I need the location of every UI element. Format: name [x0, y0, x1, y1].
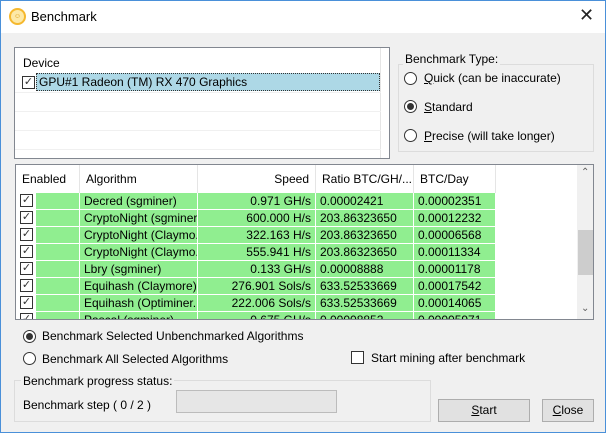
algorithm-row[interactable]: Pascal (sgminer) 0.675 GH/s 0.00008852 0.00… [16, 312, 576, 319]
algorithm-cell: CryptoNight (sgminer) [80, 210, 198, 226]
btc-day-cell: 0.00005971 [414, 312, 496, 319]
algorithm-cell: Pascal (sgminer) [80, 312, 198, 319]
enabled-cell [36, 261, 80, 277]
algorithm-cell: CryptoNight (Claymo... [80, 227, 198, 243]
scroll-up-icon[interactable]: ⌃ [581, 167, 589, 178]
scroll-down-icon[interactable]: ⌄ [581, 303, 589, 314]
enabled-cell [36, 227, 80, 243]
title-bar: ☺ Benchmark ✕ [1, 1, 605, 33]
btc-day-cell: 0.00011334 [414, 244, 496, 260]
speed-cell: 0.971 GH/s [198, 193, 316, 209]
start-button[interactable]: Start [438, 399, 530, 422]
scrollbar-thumb[interactable] [578, 230, 593, 275]
enabled-cell [36, 244, 80, 260]
device-item-label[interactable]: GPU#1 Radeon (TM) RX 470 Graphics [36, 73, 380, 91]
enabled-checkbox[interactable]: ✓ [20, 245, 33, 258]
algorithm-cell: Equihash (Optiminer... [80, 295, 198, 311]
ratio-cell: 0.00008852 [316, 312, 414, 319]
header-enabled[interactable]: Enabled [16, 165, 80, 193]
enabled-checkbox[interactable]: ✓ [20, 194, 33, 207]
benchmark-type-legend: Benchmark Type: [403, 52, 501, 66]
algorithm-row[interactable]: Decred (sgminer) 0.971 GH/s 0.00002421 0.00… [16, 193, 576, 210]
header-speed[interactable]: Speed [198, 165, 316, 193]
ratio-cell: 203.86323650 [316, 227, 414, 243]
btc-day-cell: 0.00002351 [414, 193, 496, 209]
algorithm-row[interactable]: CryptoNight (Claymo... 322.163 H/s 203.863… [16, 227, 576, 244]
enabled-cell [36, 312, 80, 319]
btc-day-cell: 0.00012232 [414, 210, 496, 226]
vertical-scrollbar[interactable]: ⌃ ⌄ [577, 165, 593, 319]
app-logo-icon: ☺ [9, 8, 26, 25]
ratio-cell: 633.52533669 [316, 278, 414, 294]
algorithm-cell: Lbry (sgminer) [80, 261, 198, 277]
benchmark-window: ☺ Benchmark ✕ Device ✓ GPU#1 Radeon (TM)… [0, 0, 606, 433]
window-title: Benchmark [31, 9, 97, 24]
speed-cell: 555.941 H/s [198, 244, 316, 260]
enabled-cell [36, 193, 80, 209]
speed-cell: 0.133 GH/s [198, 261, 316, 277]
device-checkbox[interactable]: ✓ [22, 76, 35, 89]
algorithm-cell: Equihash (Claymore) [80, 278, 198, 294]
enabled-cell [36, 295, 80, 311]
algorithm-row[interactable]: CryptoNight (sgminer) 600.000 H/s 203.8632… [16, 210, 576, 227]
header-algorithm[interactable]: Algorithm [80, 165, 198, 193]
algorithm-cell: Decred (sgminer) [80, 193, 198, 209]
algorithm-row[interactable]: Equihash (Claymore) 276.901 Sols/s 633.525… [16, 278, 576, 295]
benchmark-step-label: Benchmark step ( 0 / 2 ) [23, 398, 152, 412]
device-column-header[interactable]: Device [23, 56, 60, 70]
algorithm-row[interactable]: CryptoNight (Claymo... 555.941 H/s 203.863… [16, 244, 576, 261]
algorithm-cell: CryptoNight (Claymo... [80, 244, 198, 260]
speed-cell: 322.163 H/s [198, 227, 316, 243]
btc-day-cell: 0.00006568 [414, 227, 496, 243]
algorithm-row[interactable]: Equihash (Optiminer... 222.006 Sols/s 633.… [16, 295, 576, 312]
enabled-checkbox[interactable]: ✓ [20, 296, 33, 309]
speed-cell: 0.675 GH/s [198, 312, 316, 319]
ratio-cell: 203.86323650 [316, 210, 414, 226]
btc-day-cell: 0.00014065 [414, 295, 496, 311]
progress-bar [176, 390, 337, 413]
header-btc-day[interactable]: BTC/Day [414, 165, 496, 193]
enabled-checkbox[interactable]: ✓ [20, 313, 33, 319]
btc-day-cell: 0.00001178 [414, 261, 496, 277]
speed-cell: 222.006 Sols/s [198, 295, 316, 311]
enabled-checkbox[interactable]: ✓ [20, 228, 33, 241]
speed-cell: 276.901 Sols/s [198, 278, 316, 294]
header-ratio[interactable]: Ratio BTC/GH/... [316, 165, 414, 193]
enabled-cell [36, 210, 80, 226]
ratio-cell: 0.00008888 [316, 261, 414, 277]
ratio-cell: 203.86323650 [316, 244, 414, 260]
enabled-cell [36, 278, 80, 294]
ratio-cell: 0.00002421 [316, 193, 414, 209]
btc-day-cell: 0.00017542 [414, 278, 496, 294]
speed-cell: 600.000 H/s [198, 210, 316, 226]
enabled-checkbox[interactable]: ✓ [20, 211, 33, 224]
close-button[interactable]: Close [542, 399, 594, 422]
algorithm-row[interactable]: Lbry (sgminer) 0.133 GH/s 0.00008888 0.0000… [16, 261, 576, 278]
enabled-checkbox[interactable]: ✓ [20, 262, 33, 275]
device-list[interactable]: Device ✓ GPU#1 Radeon (TM) RX 470 Graphi… [14, 47, 390, 159]
ratio-cell: 633.52533669 [316, 295, 414, 311]
close-window-icon[interactable]: ✕ [579, 5, 594, 26]
algorithm-list[interactable]: Enabled Algorithm Speed Ratio BTC/GH/...… [15, 164, 594, 320]
progress-legend: Benchmark progress status: [21, 374, 175, 388]
enabled-checkbox[interactable]: ✓ [20, 279, 33, 292]
